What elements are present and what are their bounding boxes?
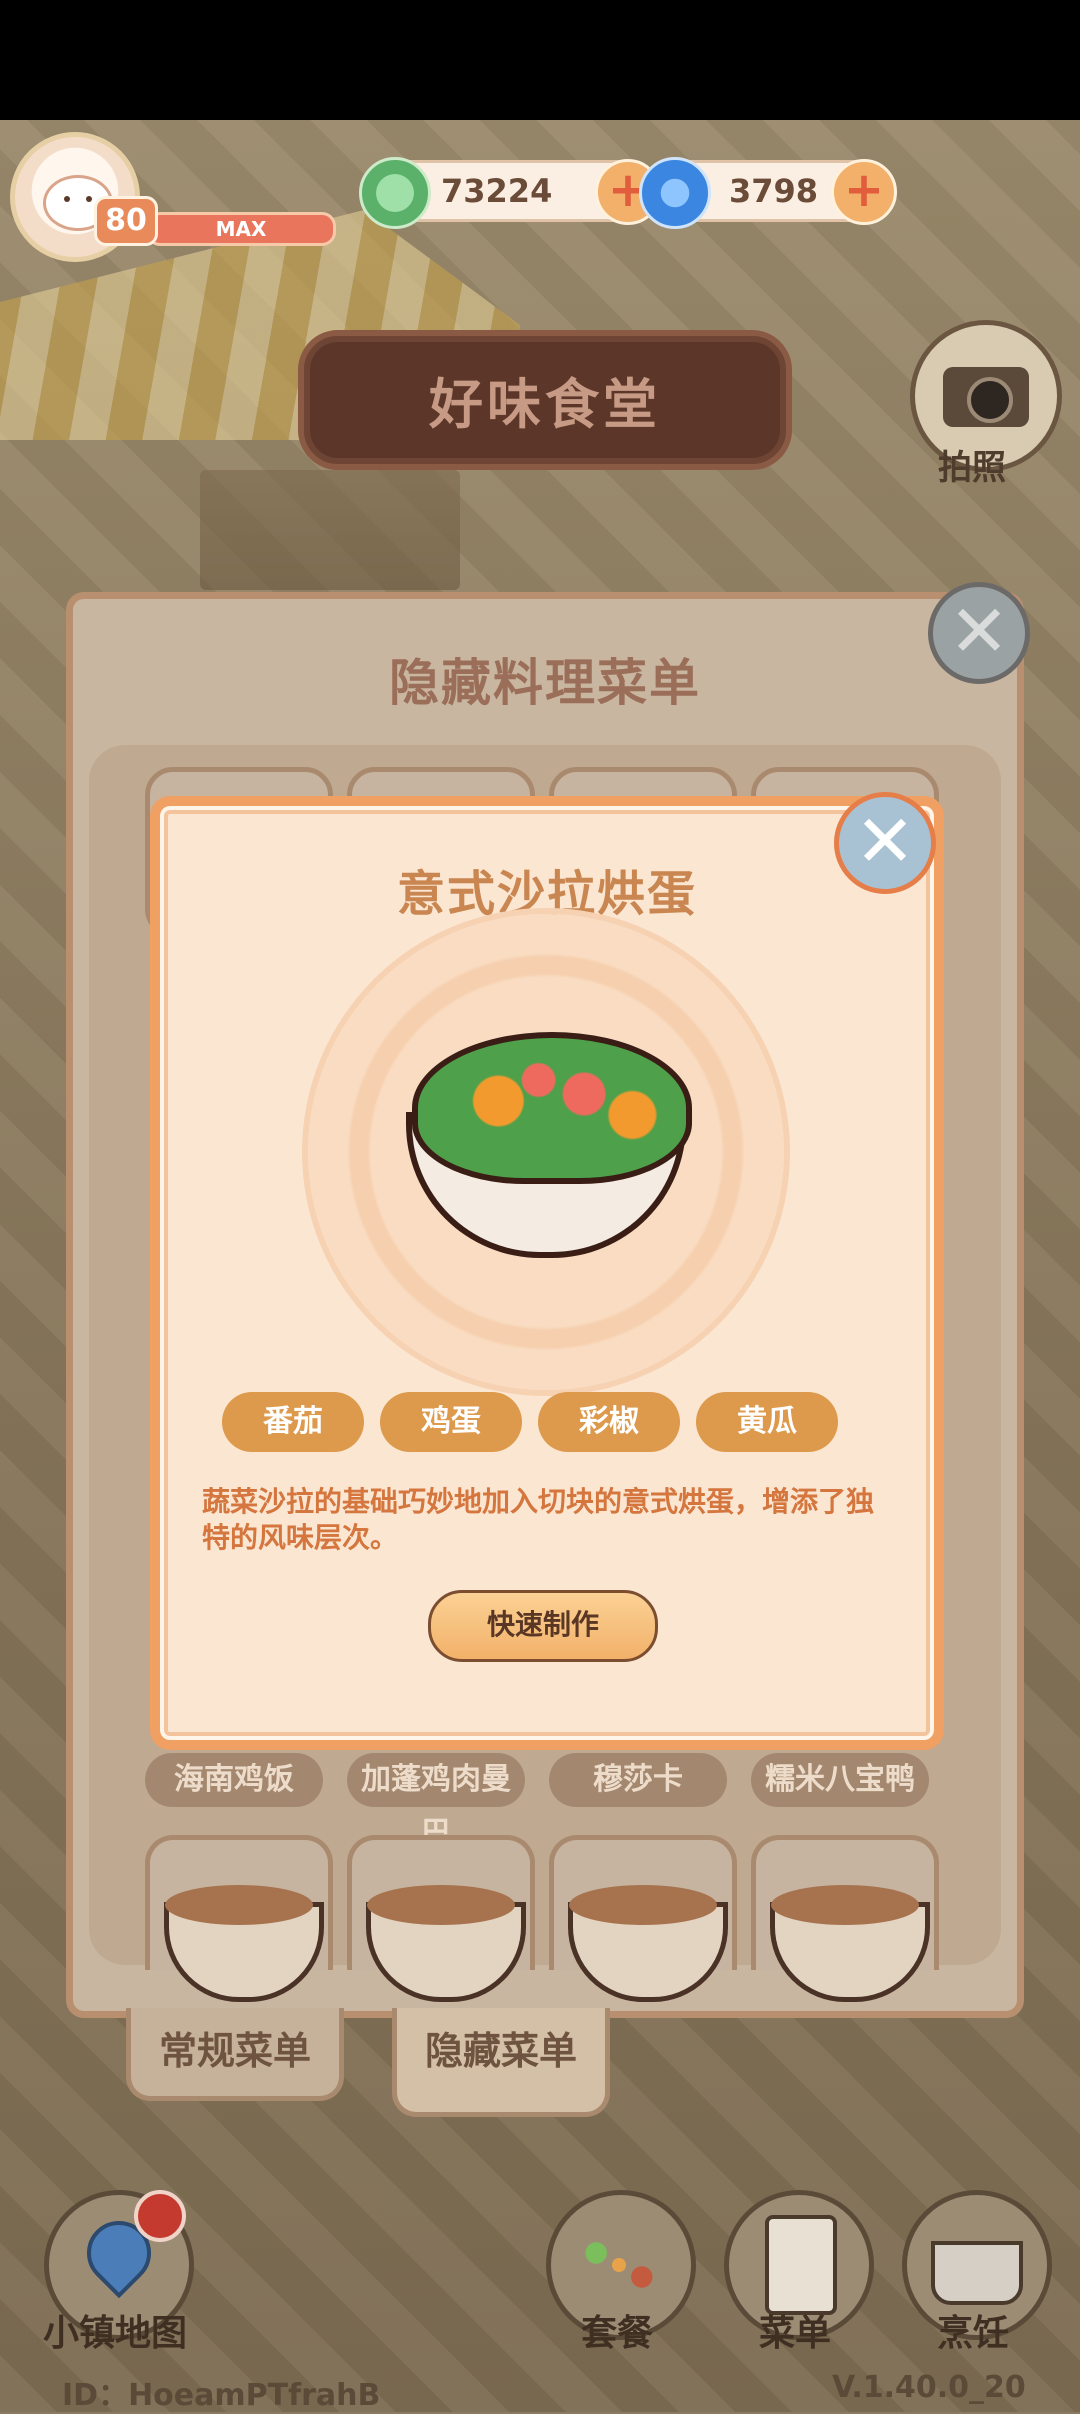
level-badge: 80	[94, 196, 158, 246]
restaurant-name: 好味食堂	[429, 373, 661, 436]
dish-food	[165, 1885, 313, 1925]
player-id: ID：HoeamPTfrahB	[62, 2378, 381, 2413]
cooking-pot-icon	[931, 2241, 1023, 2305]
camera-lens	[967, 377, 1013, 423]
currency-green-value: 73224	[441, 172, 553, 210]
dish-bowl-icon	[164, 1885, 324, 2002]
leaf-coin-icon	[359, 157, 431, 229]
ingredient-chip: 番茄	[222, 1392, 364, 1452]
dish-slot[interactable]	[145, 1835, 333, 2002]
currency-blue-pill: 3798 +	[639, 157, 897, 229]
salad-greens	[412, 1032, 692, 1184]
notification-dot	[134, 2190, 186, 2242]
dish-slot[interactable]	[347, 1835, 535, 2002]
add-blue-currency-button[interactable]: +	[831, 159, 897, 225]
menu-label: 菜单	[758, 2313, 831, 2354]
currency-green-pill: 73224 +	[359, 157, 661, 229]
dish-food	[569, 1885, 717, 1925]
ingredient-list: 番茄 鸡蛋 彩椒 黄瓜	[222, 1392, 872, 1454]
ingredient-chip: 鸡蛋	[380, 1392, 522, 1452]
version-text: V.1.40.0_20	[832, 2370, 1026, 2405]
recipe-detail-close-button[interactable]: ✕	[834, 792, 936, 894]
quick-make-button[interactable]: 快速制作	[428, 1590, 658, 1662]
currency-blue-value: 3798	[729, 172, 819, 210]
dish-slot[interactable]	[549, 1835, 737, 2002]
dish-bowl-icon	[568, 1885, 728, 2002]
dish-food	[771, 1885, 919, 1925]
combo-label: 套餐	[580, 2313, 653, 2354]
status-bar	[0, 0, 1080, 120]
dish-food	[367, 1885, 515, 1925]
recipe-description: 蔬菜沙拉的基础巧妙地加入切块的意式烘蛋，增添了独特的风味层次。	[202, 1485, 875, 1554]
restaurant-sign: 好味食堂	[298, 330, 792, 470]
town-map-label: 小镇地图	[42, 2313, 187, 2354]
tab-regular-menu[interactable]: 常规菜单	[126, 2008, 344, 2101]
recipe-detail-popup: 意式沙拉烘蛋 番茄 鸡蛋 彩椒 黄瓜 蔬菜沙拉的基础巧妙地加入切块的意式烘蛋，增…	[150, 796, 944, 1750]
ingredient-chip: 黄瓜	[696, 1392, 838, 1452]
skewer-icon	[581, 2235, 657, 2295]
dish-bowl-icon	[366, 1885, 526, 2002]
cook-label: 烹饪	[936, 2313, 1009, 2354]
hidden-menu-close-button[interactable]: ✕	[928, 582, 1030, 684]
swirl-gem-icon	[639, 157, 711, 229]
kitchen-shelf	[200, 470, 460, 590]
dish-plate-icon	[770, 1885, 930, 2002]
dish-slot[interactable]	[751, 1835, 939, 2002]
ingredient-chip: 彩椒	[538, 1392, 680, 1452]
clipboard-icon	[765, 2215, 837, 2315]
xp-bar: MAX	[146, 212, 336, 246]
dish-name-tag[interactable]: 穆莎卡	[549, 1753, 727, 1807]
salad-dish-icon	[406, 1032, 692, 1272]
tab-hidden-menu[interactable]: 隐藏菜单	[392, 2008, 610, 2117]
camera-label: 拍照	[938, 448, 1006, 488]
dish-name-tag[interactable]: 加蓬鸡肉曼巴	[347, 1753, 525, 1851]
dish-name-tag[interactable]: 海南鸡饭	[145, 1753, 323, 1807]
dish-name-tag[interactable]: 糯米八宝鸭	[751, 1753, 929, 1807]
hidden-menu-title: 隐藏料理菜单	[389, 654, 701, 712]
